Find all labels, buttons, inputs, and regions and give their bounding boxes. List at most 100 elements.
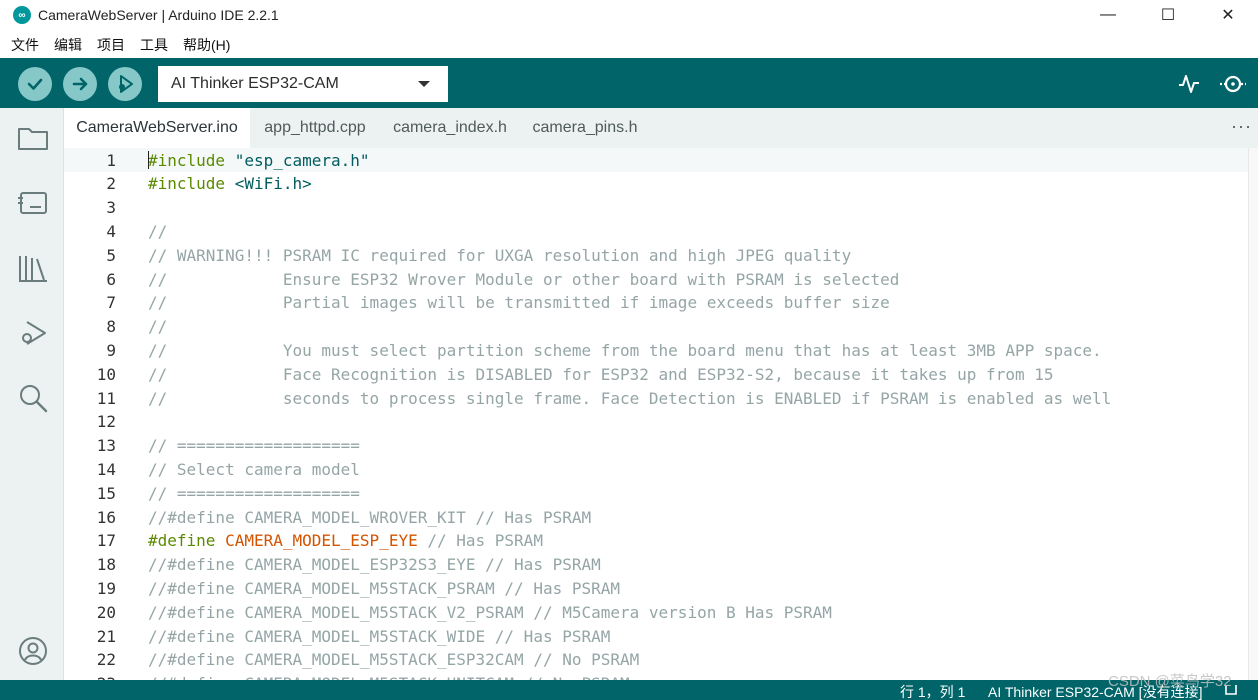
line-number: 19	[96, 578, 116, 598]
library-manager-button[interactable]	[16, 251, 50, 285]
code-token: #include	[148, 174, 235, 194]
tab-app-httpd-cpp[interactable]: app_httpd.cpp	[250, 108, 380, 148]
close-button[interactable]: ✕	[1198, 0, 1258, 30]
board-selector[interactable]: AI Thinker ESP32-CAM	[158, 66, 448, 102]
code-text: // seconds to process single frame. Face…	[148, 389, 1111, 408]
text-cursor	[148, 151, 149, 169]
code-line: 19 //#define CAMERA_MODEL_M5STACK_PSRAM /…	[64, 576, 1244, 600]
line-number: 1	[106, 150, 116, 170]
line-number: 10	[96, 364, 116, 384]
code-token: // WARNING!!! PSRAM IC required for UXGA…	[148, 245, 852, 265]
search-button[interactable]	[16, 381, 50, 415]
code-line: 17 #define CAMERA_MODEL_ESP_EYE // Has PS…	[64, 529, 1244, 553]
code-token: //#define CAMERA_MODEL_ESP32S3_EYE // Ha…	[148, 555, 601, 575]
sketchbook-button[interactable]	[16, 121, 50, 155]
code-token: // ===================	[148, 483, 360, 503]
code-token: //#define CAMERA_MODEL_M5STACK_PSRAM // …	[148, 578, 621, 598]
line-number: 18	[96, 555, 116, 575]
code-line: 23//#define CAMERA_MODEL_M5STACK_UNITCAM…	[64, 672, 1244, 680]
code-text: //#define CAMERA_MODEL_M5STACK_PSRAM // …	[148, 579, 620, 598]
code-line: 22 //#define CAMERA_MODEL_M5STACK_ESP32CA…	[64, 648, 1244, 672]
code-token: // Select camera model	[148, 459, 360, 479]
code-line: 15 // ===================	[64, 481, 1244, 505]
window-title: CameraWebServer | Arduino IDE 2.2.1	[38, 7, 279, 23]
tab-camerawebserver-ino[interactable]: CameraWebServer.ino	[64, 108, 250, 148]
debug-panel-button[interactable]	[16, 316, 50, 350]
comment-token: // Has PSRAM	[417, 531, 543, 551]
code-token: // Ensure ESP32 Wrover Module or other b…	[148, 269, 900, 289]
line-number: 11	[96, 388, 116, 408]
code-line: 20 //#define CAMERA_MODEL_M5STACK_V2_PSRA…	[64, 600, 1244, 624]
code-text: //#define CAMERA_MODEL_M5STACK_V2_PSRAM …	[148, 603, 832, 622]
code-text: //#define CAMERA_MODEL_WROVER_KIT // Has…	[148, 508, 591, 527]
menu-sketch[interactable]: 项目	[97, 35, 125, 55]
line-number: 13	[96, 436, 116, 456]
minimize-button[interactable]: —	[1078, 0, 1138, 30]
upload-button[interactable]	[63, 67, 97, 101]
serial-plotter-button[interactable]	[1174, 70, 1204, 98]
tab-camera-index-h[interactable]: camera_index.h	[380, 108, 520, 148]
code-line: 1 #include "esp_camera.h"	[64, 148, 1244, 172]
line-number: 21	[96, 626, 116, 646]
menu-help[interactable]: 帮助(H)	[183, 35, 230, 55]
menu-edit[interactable]: 编辑	[54, 35, 82, 55]
code-token: // Face Recognition is DISABLED for ESP3…	[148, 364, 1054, 384]
search-icon	[20, 385, 48, 413]
tab-bar: CameraWebServer.ino app_httpd.cpp camera…	[64, 108, 1258, 148]
verify-button[interactable]	[18, 67, 52, 101]
code-text: //	[148, 317, 167, 336]
serial-plotter-icon	[1179, 75, 1199, 93]
window-controls: — ☐ ✕	[1078, 0, 1258, 30]
code-token: #define	[148, 531, 226, 551]
code-line: 3	[64, 196, 1244, 220]
string-token: <WiFi.h>	[234, 174, 312, 194]
code-token: //#define CAMERA_MODEL_WROVER_KIT // Has…	[148, 507, 592, 527]
menu-tools[interactable]: 工具	[140, 35, 168, 55]
line-number: 6	[106, 269, 116, 289]
debug-icon	[119, 75, 133, 93]
code-token: #include	[148, 150, 235, 170]
debug-button[interactable]	[108, 67, 142, 101]
serial-monitor-button[interactable]	[1218, 70, 1248, 98]
code-line: 13 // ===================	[64, 434, 1244, 458]
code-line: 9 // You must select partition scheme fro…	[64, 338, 1244, 362]
code-token: //#define CAMERA_MODEL_M5STACK_V2_PSRAM …	[148, 602, 832, 622]
code-token: //	[148, 221, 168, 241]
line-number: 16	[96, 507, 116, 527]
code-line: 2 #include <WiFi.h>	[64, 172, 1244, 196]
arrow-right-icon	[72, 77, 88, 91]
line-number: 2	[106, 174, 116, 194]
line-number: 8	[106, 317, 116, 337]
boards-manager-button[interactable]	[16, 186, 50, 220]
checkmark-icon	[27, 78, 43, 90]
library-icon	[19, 256, 47, 282]
code-token: //#define CAMERA_MODEL_M5STACK_ESP32CAM …	[148, 650, 640, 670]
code-text: #include <WiFi.h>	[148, 174, 312, 193]
code-text: // You must select partition scheme from…	[148, 341, 1102, 360]
code-editor[interactable]: 1 #include "esp_camera.h" 2 #include <WiFi.…	[64, 148, 1258, 680]
code-line: 5 // WARNING!!! PSRAM IC required for UXG…	[64, 243, 1244, 267]
menu-file[interactable]: 文件	[11, 35, 39, 55]
editor-scrollbar[interactable]	[1248, 148, 1258, 680]
line-number: 3	[106, 198, 116, 218]
code-text: // WARNING!!! PSRAM IC required for UXGA…	[148, 246, 851, 265]
code-token: //	[148, 317, 168, 337]
account-button[interactable]	[16, 634, 50, 668]
code-text: //	[148, 222, 167, 241]
code-line: 11 // seconds to process single frame. Fa…	[64, 386, 1244, 410]
tab-camera-pins-h[interactable]: camera_pins.h	[520, 108, 650, 148]
line-number: 14	[96, 459, 116, 479]
more-tabs-icon[interactable]: ···	[1231, 116, 1252, 137]
code-line: 6 // Ensure ESP32 Wrover Module or other …	[64, 267, 1244, 291]
chevron-down-icon	[418, 81, 430, 87]
maximize-button[interactable]: ☐	[1138, 0, 1198, 30]
code-line: 4 //	[64, 219, 1244, 243]
line-number: 15	[96, 483, 116, 503]
code-text: // Select camera model	[148, 460, 360, 479]
status-bar: 行 1，列 1 AI Thinker ESP32-CAM [没有连接]	[0, 680, 1258, 700]
code-text: #define CAMERA_MODEL_ESP_EYE // Has PSRA…	[148, 531, 543, 550]
code-text: // Ensure ESP32 Wrover Module or other b…	[148, 270, 899, 289]
code-token: // You must select partition scheme from…	[148, 340, 1102, 360]
code-text: //#define CAMERA_MODEL_M5STACK_ESP32CAM …	[148, 650, 639, 669]
menu-bar: 文件 编辑 项目 工具 帮助(H)	[0, 34, 245, 56]
